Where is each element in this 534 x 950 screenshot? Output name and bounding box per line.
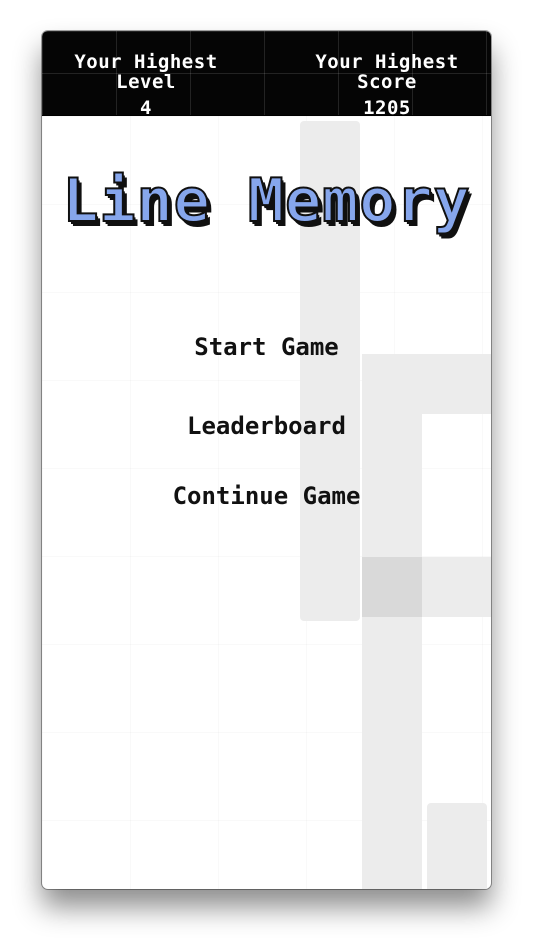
start-game-button[interactable]: Start Game: [42, 333, 491, 361]
bg-line-vertical-3: [427, 803, 487, 889]
bg-line-overlap: [362, 557, 422, 617]
highest-score-value: 1205: [363, 97, 411, 119]
screen: Your Highest Level 4 Your Highest Score …: [0, 0, 534, 950]
continue-game-button[interactable]: Continue Game: [42, 482, 491, 510]
highest-level-value: 4: [140, 97, 152, 119]
bg-line-horizontal-1: [362, 354, 491, 414]
bg-line-horizontal-2: [422, 557, 491, 617]
highest-level-label: Your Highest Level: [74, 51, 218, 93]
highest-score-panel: Your Highest Score 1205: [289, 31, 485, 118]
game-window: Your Highest Level 4 Your Highest Score …: [42, 31, 491, 889]
game-title: Line Memory: [61, 166, 471, 236]
highest-level-panel: Your Highest Level 4: [48, 31, 244, 118]
leaderboard-button[interactable]: Leaderboard: [42, 412, 491, 440]
score-header: Your Highest Level 4 Your Highest Score …: [42, 31, 491, 118]
highest-score-label: Your Highest Score: [315, 51, 459, 93]
